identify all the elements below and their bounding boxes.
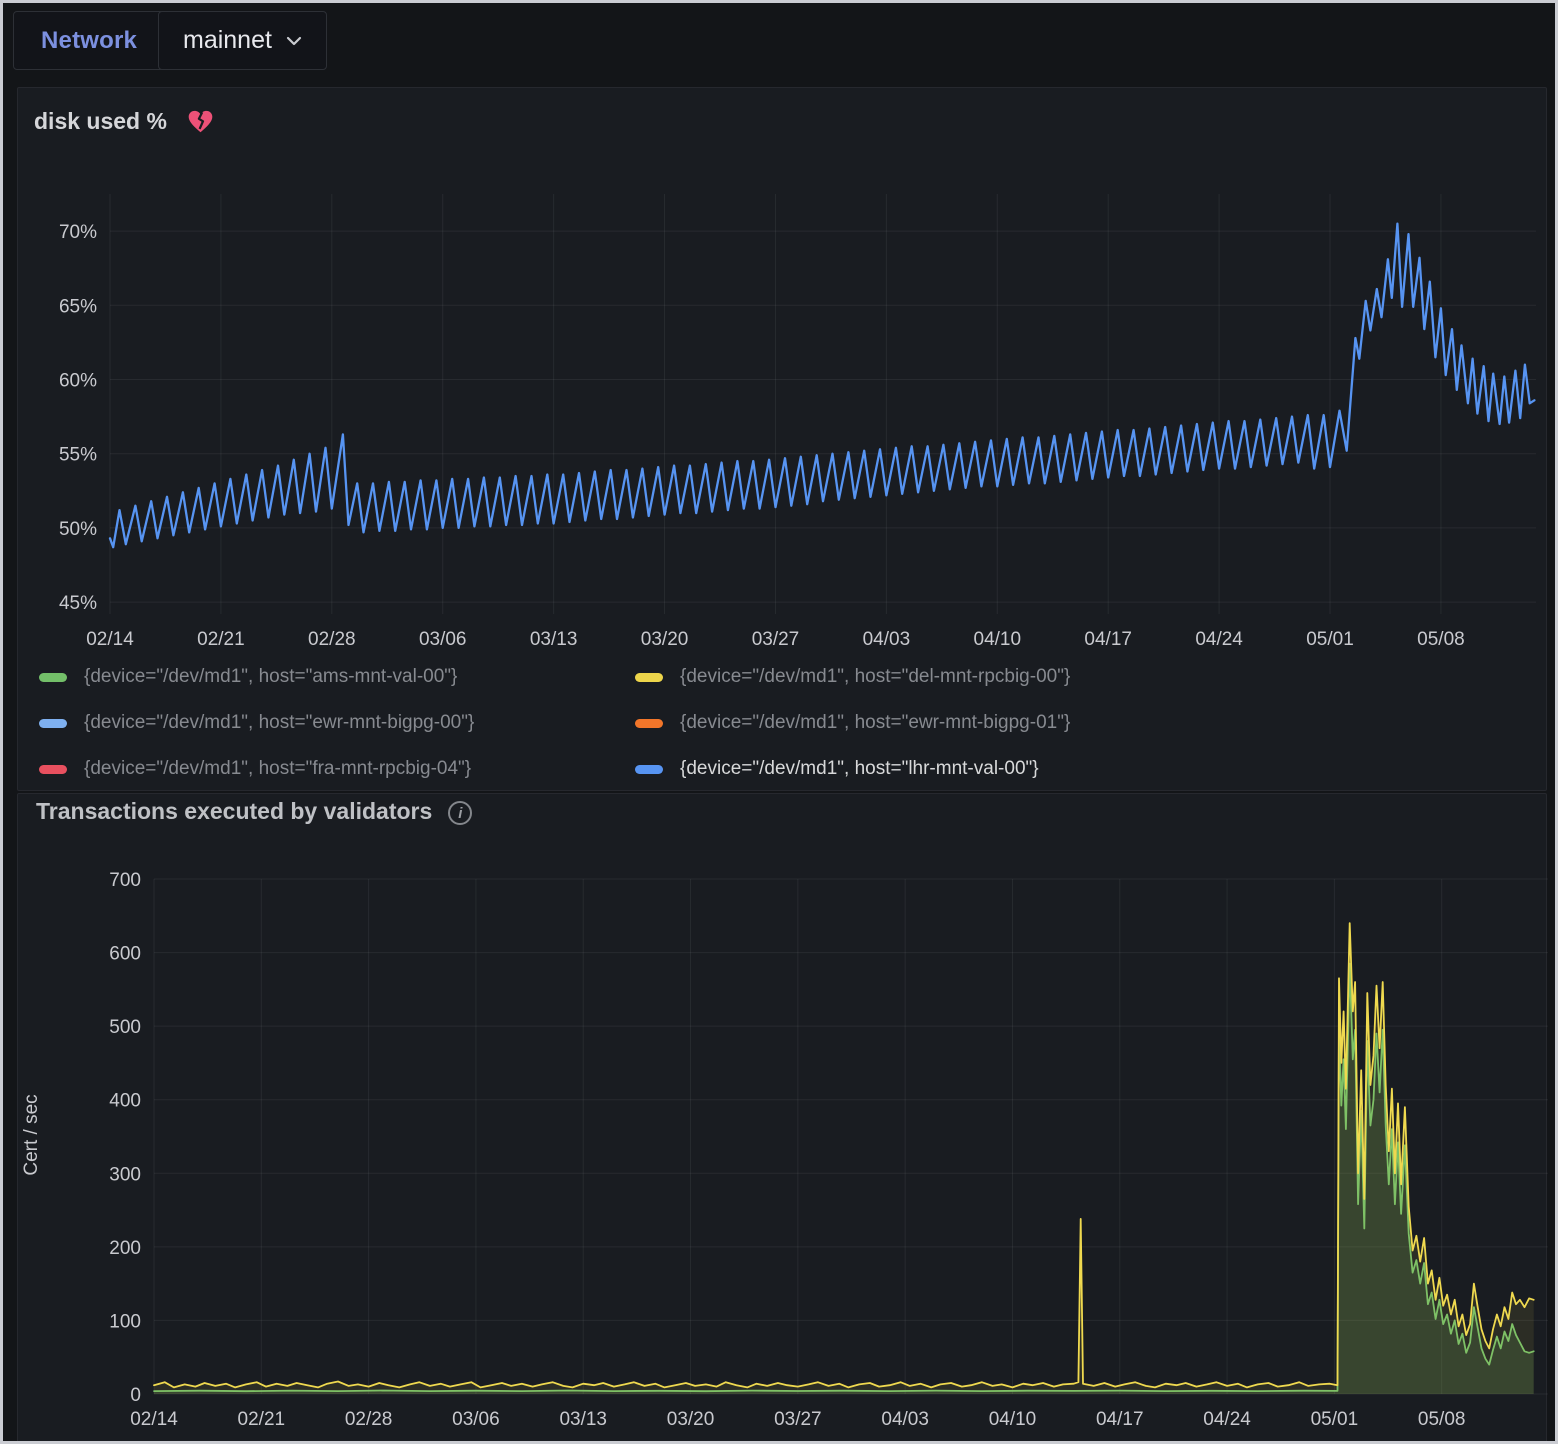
disk-used-panel: disk used % 02/1402/2102/2803/0603/1303/… bbox=[17, 87, 1547, 791]
x-tick-label: 05/01 bbox=[1306, 629, 1354, 650]
series-line bbox=[154, 964, 1534, 1392]
series-line bbox=[110, 224, 1534, 548]
legend-row: {device="/dev/md1", host="fra-mnt-rpcbig… bbox=[39, 746, 1529, 792]
x-tick-label: 02/28 bbox=[308, 629, 356, 650]
x-tick-label: 02/21 bbox=[197, 629, 245, 650]
variable-toolbar: Network mainnet bbox=[3, 3, 1555, 81]
x-tick-label: 04/17 bbox=[1096, 1409, 1144, 1430]
series-fill bbox=[154, 923, 1534, 1394]
legend-row: {device="/dev/md1", host="ams-mnt-val-00… bbox=[39, 654, 1529, 700]
legend-item-ewr-mnt-bigpg-00[interactable]: {device="/dev/md1", host="ewr-mnt-bigpg-… bbox=[39, 712, 635, 734]
y-tick-label: 400 bbox=[109, 1091, 141, 1112]
legend-label[interactable]: {device="/dev/md1", host="lhr-mnt-val-00… bbox=[680, 758, 1039, 780]
y-tick-label: 60% bbox=[59, 371, 97, 392]
x-tick-label: 04/03 bbox=[863, 629, 911, 650]
x-tick-label: 03/06 bbox=[419, 629, 467, 650]
transactions-panel: Transactions executed by validators i Ce… bbox=[17, 793, 1547, 1444]
x-tick-label: 02/21 bbox=[238, 1409, 286, 1430]
legend-swatch[interactable] bbox=[635, 719, 663, 728]
x-tick-label: 05/08 bbox=[1418, 1409, 1466, 1430]
legend-label[interactable]: {device="/dev/md1", host="ewr-mnt-bigpg-… bbox=[680, 712, 1070, 734]
y-tick-label: 600 bbox=[109, 944, 141, 965]
chevron-down-icon bbox=[286, 36, 302, 46]
network-variable-value[interactable]: mainnet bbox=[183, 26, 272, 55]
x-tick-label: 03/27 bbox=[774, 1409, 822, 1430]
x-tick-label: 03/13 bbox=[530, 629, 578, 650]
legend-label[interactable]: {device="/dev/md1", host="ewr-mnt-bigpg-… bbox=[84, 712, 474, 734]
legend-swatch[interactable] bbox=[635, 673, 663, 682]
series-fill bbox=[154, 964, 1534, 1394]
y-tick-label: 300 bbox=[109, 1164, 141, 1185]
legend-item-ams-mnt-val-00[interactable]: {device="/dev/md1", host="ams-mnt-val-00… bbox=[39, 666, 635, 688]
legend-label[interactable]: {device="/dev/md1", host="ams-mnt-val-00… bbox=[84, 666, 457, 688]
x-tick-label: 04/24 bbox=[1195, 629, 1243, 650]
y-tick-label: 65% bbox=[59, 296, 97, 317]
legend-swatch[interactable] bbox=[39, 765, 67, 774]
x-tick-label: 02/14 bbox=[130, 1409, 178, 1430]
x-tick-label: 04/24 bbox=[1203, 1409, 1251, 1430]
x-tick-label: 05/01 bbox=[1311, 1409, 1359, 1430]
legend-label[interactable]: {device="/dev/md1", host="fra-mnt-rpcbig… bbox=[84, 758, 471, 780]
x-tick-label: 03/20 bbox=[641, 629, 689, 650]
y-tick-label: 50% bbox=[59, 519, 97, 540]
network-variable-label-box: Network bbox=[13, 11, 165, 70]
x-tick-label: 02/28 bbox=[345, 1409, 393, 1430]
network-variable-dropdown[interactable]: mainnet bbox=[158, 11, 327, 70]
y-tick-label: 45% bbox=[59, 593, 97, 614]
legend-swatch[interactable] bbox=[39, 673, 67, 682]
x-tick-label: 04/17 bbox=[1084, 629, 1132, 650]
network-variable-label: Network bbox=[41, 27, 137, 55]
x-tick-label: 03/06 bbox=[452, 1409, 500, 1430]
x-tick-label: 03/27 bbox=[752, 629, 800, 650]
y-tick-label: 700 bbox=[109, 870, 141, 891]
y-tick-label: 0 bbox=[130, 1385, 141, 1406]
legend-item-lhr-mnt-val-00[interactable]: {device="/dev/md1", host="lhr-mnt-val-00… bbox=[635, 758, 1039, 780]
x-tick-label: 04/10 bbox=[989, 1409, 1037, 1430]
legend-row: {device="/dev/md1", host="ewr-mnt-bigpg-… bbox=[39, 700, 1529, 746]
y-tick-label: 70% bbox=[59, 222, 97, 243]
legend-item-del-mnt-rpcbig-00[interactable]: {device="/dev/md1", host="del-mnt-rpcbig… bbox=[635, 666, 1070, 688]
x-tick-label: 04/03 bbox=[881, 1409, 929, 1430]
x-tick-label: 04/10 bbox=[974, 629, 1022, 650]
y-tick-label: 55% bbox=[59, 445, 97, 466]
series-line bbox=[154, 923, 1534, 1387]
x-tick-label: 02/14 bbox=[86, 629, 134, 650]
x-tick-label: 03/20 bbox=[667, 1409, 715, 1430]
legend-item-ewr-mnt-bigpg-01[interactable]: {device="/dev/md1", host="ewr-mnt-bigpg-… bbox=[635, 712, 1070, 734]
y-tick-label: 100 bbox=[109, 1311, 141, 1332]
x-tick-label: 05/08 bbox=[1417, 629, 1465, 650]
transactions-chart[interactable]: 02/14 02/21 02/28 03/06 03/13 03/20 03/27 04/03… bbox=[18, 794, 1548, 1444]
legend-label[interactable]: {device="/dev/md1", host="del-mnt-rpcbig… bbox=[680, 666, 1070, 688]
y-tick-label: 500 bbox=[109, 1017, 141, 1038]
disk-chart-legend: {device="/dev/md1", host="ams-mnt-val-00… bbox=[39, 654, 1529, 792]
legend-swatch[interactable] bbox=[39, 719, 67, 728]
legend-item-fra-mnt-rpcbig-04[interactable]: {device="/dev/md1", host="fra-mnt-rpcbig… bbox=[39, 758, 635, 780]
x-tick-label: 03/13 bbox=[559, 1409, 607, 1430]
dashboard-screen: Network mainnet disk used % 02/1402/2102… bbox=[0, 0, 1558, 1444]
legend-swatch[interactable] bbox=[635, 765, 663, 774]
y-tick-label: 200 bbox=[109, 1238, 141, 1259]
